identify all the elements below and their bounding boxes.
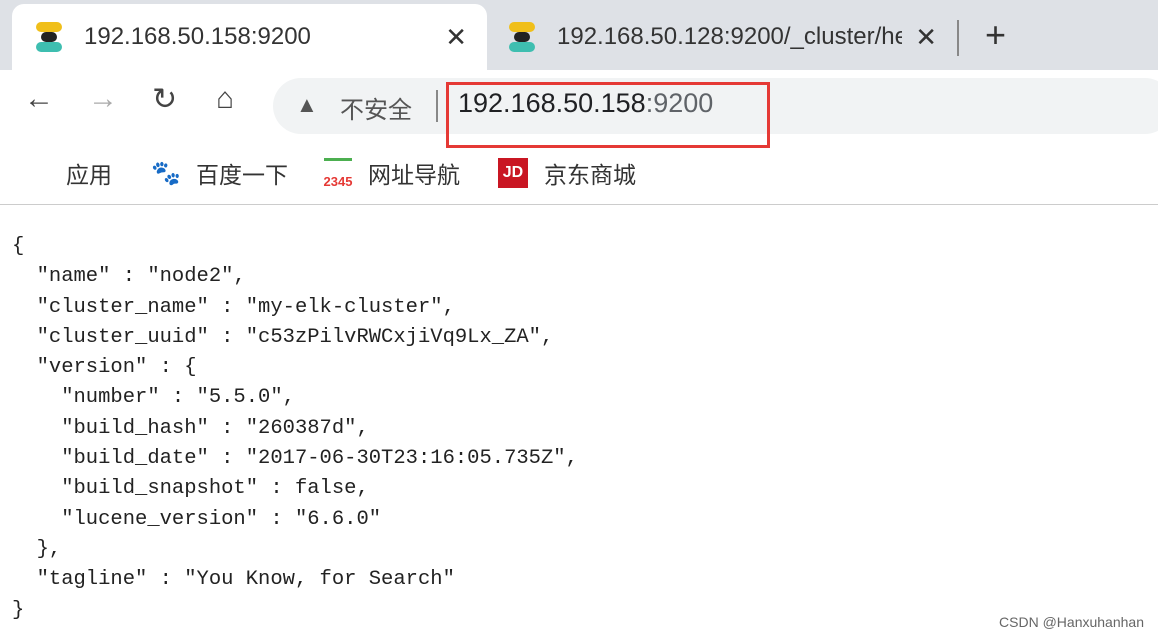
- bookmark-label: 百度一下: [196, 162, 288, 188]
- url-highlight-box: [446, 82, 770, 148]
- json-response: { "name" : "node2", "cluster_name" : "my…: [12, 232, 578, 626]
- security-label[interactable]: 不安全: [340, 90, 412, 125]
- tab-separator: [957, 20, 959, 56]
- json-line: "version" : {: [12, 356, 197, 380]
- json-line: "name" : "node2",: [12, 265, 246, 289]
- 2345-icon: 2345: [324, 157, 352, 189]
- bookmark-2345[interactable]: 2345 网址导航: [324, 156, 460, 190]
- jd-icon: JD: [498, 158, 528, 188]
- omnibox-separator: [436, 90, 438, 122]
- json-line: }: [12, 598, 25, 622]
- home-button[interactable]: ⌂: [216, 82, 234, 116]
- apps-grid-icon: [26, 161, 50, 185]
- tab-active[interactable]: 192.168.50.158:9200 ✕: [12, 4, 487, 70]
- baidu-paw-icon: 🐾: [151, 159, 181, 187]
- tab-title: 192.168.50.158:9200: [84, 23, 311, 50]
- json-line: "tagline" : "You Know, for Search": [12, 568, 455, 592]
- json-line: "build_date" : "2017-06-30T23:16:05.735Z…: [12, 447, 578, 471]
- bookmark-jd[interactable]: JD 京东商城: [498, 156, 636, 190]
- close-icon[interactable]: ✕: [445, 22, 467, 53]
- elastic-icon: [36, 22, 62, 52]
- json-line: "cluster_uuid" : "c53zPilvRWCxjiVq9Lx_ZA…: [12, 325, 554, 349]
- elastic-icon: [509, 22, 535, 52]
- back-button[interactable]: ←: [24, 82, 54, 116]
- tab-title: 192.168.50.128:9200/_cluster/health: [557, 23, 902, 50]
- json-line: {: [12, 235, 25, 258]
- bookmark-baidu[interactable]: 🐾 百度一下: [151, 156, 288, 190]
- bookmark-label: 网址导航: [368, 162, 460, 188]
- close-icon[interactable]: ✕: [915, 22, 937, 53]
- reload-button[interactable]: ↻: [152, 82, 177, 117]
- json-line: "number" : "5.5.0",: [12, 386, 295, 410]
- watermark: CSDN @Hanxuhanhan: [999, 614, 1144, 630]
- warning-icon[interactable]: ▲: [296, 92, 318, 118]
- forward-button[interactable]: →: [88, 82, 118, 116]
- bookmarks-bar: 应用 🐾 百度一下 2345 网址导航 JD 京东商城: [0, 142, 1158, 205]
- new-tab-button[interactable]: +: [985, 14, 1006, 56]
- json-line: "build_hash" : "260387d",: [12, 416, 369, 440]
- json-line: "build_snapshot" : false,: [12, 477, 369, 501]
- tab-strip: 192.168.50.158:9200 ✕ 192.168.50.128:920…: [0, 0, 1158, 70]
- tab-inactive[interactable]: 192.168.50.128:9200/_cluster/health ✕: [495, 4, 945, 70]
- json-line: },: [12, 537, 62, 561]
- json-line: "lucene_version" : "6.6.0": [12, 507, 382, 531]
- bookmark-label: 京东商城: [544, 162, 636, 188]
- bookmark-label: 应用: [66, 162, 112, 188]
- json-line: "cluster_name" : "my-elk-cluster",: [12, 295, 455, 319]
- bookmark-apps[interactable]: 应用: [26, 156, 112, 190]
